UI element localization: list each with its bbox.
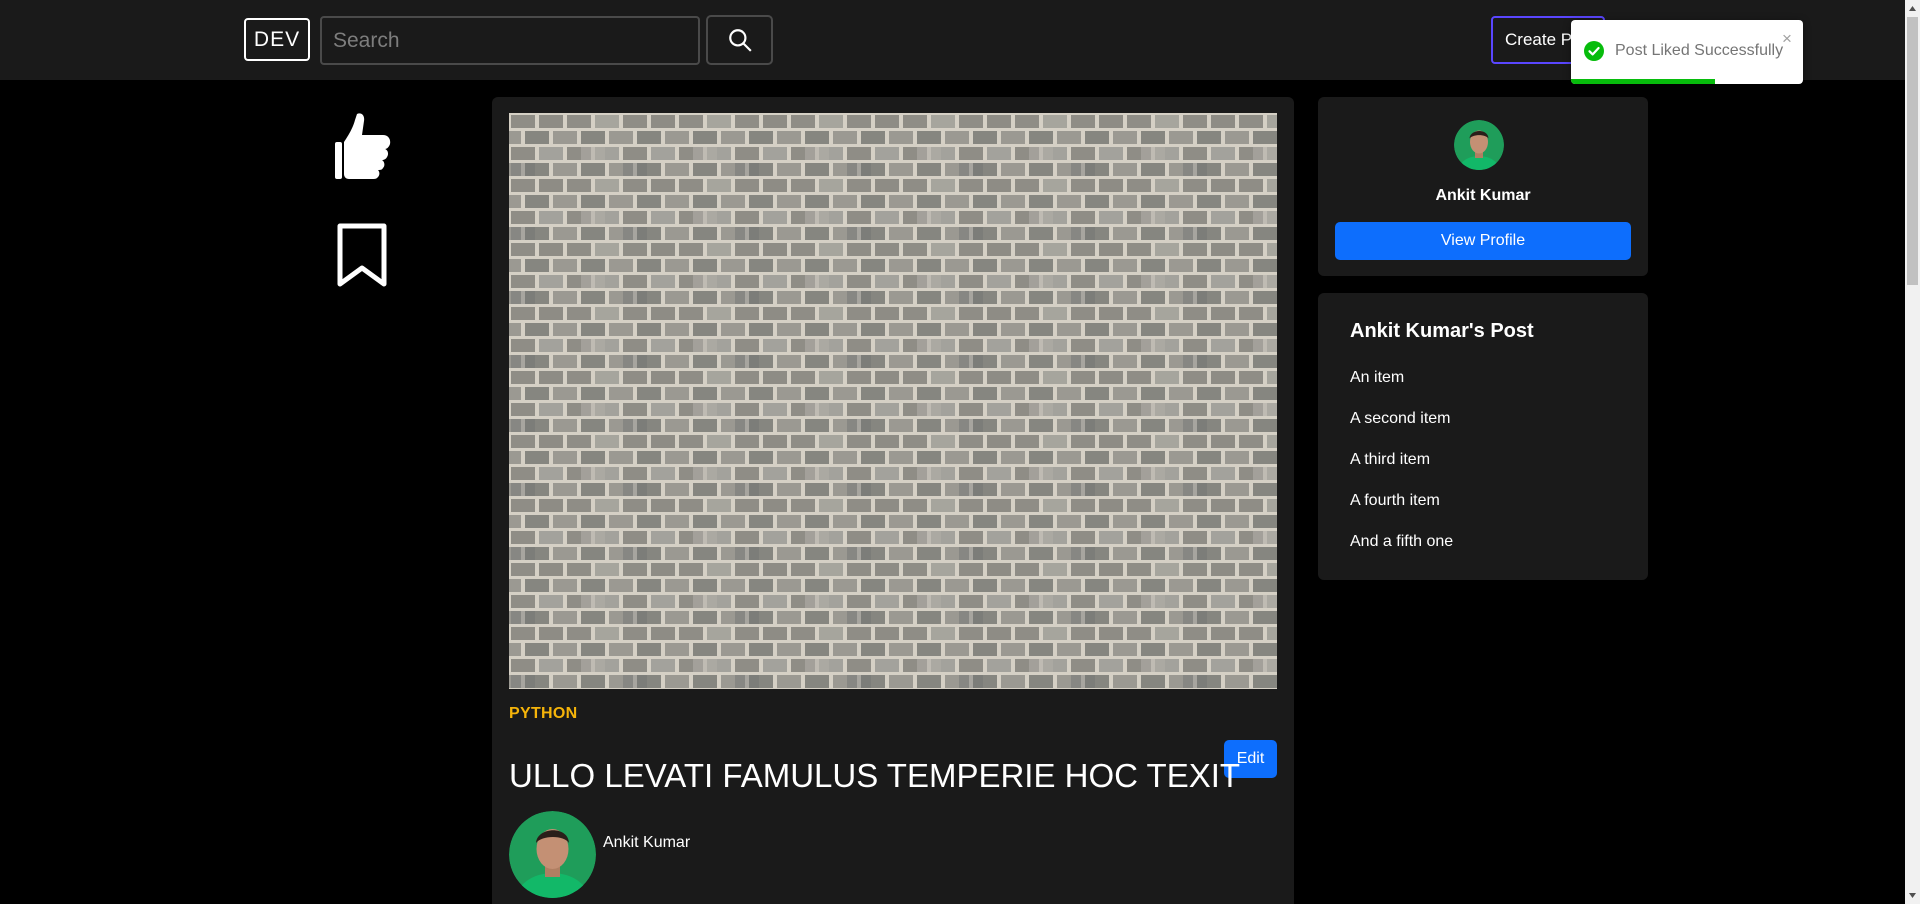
author-posts-heading: Ankit Kumar's Post [1350, 320, 1534, 342]
list-item[interactable]: A fourth item [1350, 492, 1453, 533]
post-title: ULLO LEVATI FAMULUS TEMPERIE HOC TEXIT [509, 757, 1241, 794]
search-button[interactable] [706, 15, 773, 65]
close-icon[interactable]: × [1782, 30, 1792, 47]
scroll-up-arrow-icon[interactable] [1905, 0, 1920, 17]
page-scrollbar[interactable] [1905, 0, 1920, 904]
list-item[interactable]: A second item [1350, 410, 1453, 451]
toast-progress-bar [1571, 79, 1715, 84]
post-card: PYTHON Edit ULLO LEVATI FAMULUS TEMPERIE… [492, 97, 1294, 904]
scroll-down-arrow-icon[interactable] [1905, 887, 1920, 904]
profile-avatar [1454, 120, 1504, 170]
profile-name: Ankit Kumar [1435, 187, 1531, 204]
author-posts-card: Ankit Kumar's Post An item A second item… [1318, 293, 1648, 580]
author-avatar[interactable] [509, 811, 596, 898]
author-name[interactable]: Ankit Kumar [603, 834, 690, 852]
success-check-icon [1584, 41, 1604, 61]
thumbs-up-icon[interactable] [335, 110, 391, 180]
toast-notification: Post Liked Successfully × [1571, 20, 1803, 84]
search-input[interactable] [320, 16, 700, 65]
list-item[interactable]: An item [1350, 369, 1453, 410]
view-profile-button[interactable]: View Profile [1335, 222, 1631, 260]
author-posts-list: An item A second item A third item A fou… [1350, 369, 1453, 574]
list-item[interactable]: A third item [1350, 451, 1453, 492]
post-cover-image [509, 113, 1277, 689]
list-item[interactable]: And a fifth one [1350, 533, 1453, 574]
scrollbar-thumb[interactable] [1907, 17, 1918, 285]
search-icon [728, 29, 752, 52]
profile-card: Ankit Kumar View Profile [1318, 97, 1648, 276]
post-tag[interactable]: PYTHON [509, 705, 577, 723]
bookmark-icon[interactable] [336, 222, 388, 290]
dev-logo[interactable]: DEV [244, 18, 310, 61]
toast-message: Post Liked Successfully [1615, 42, 1784, 59]
